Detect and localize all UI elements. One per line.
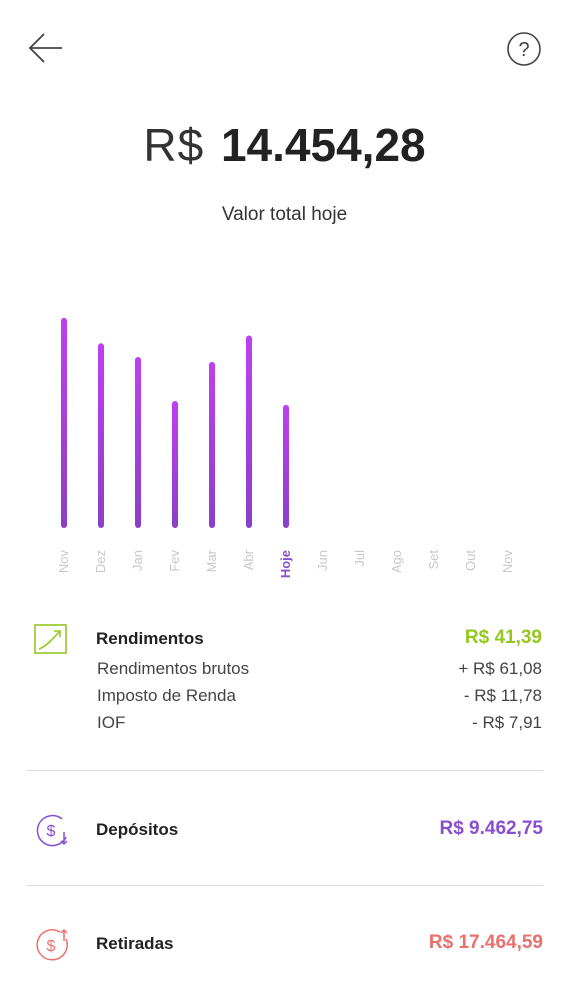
- depositos-row[interactable]: $ Depósitos R$ 9.462,75: [27, 805, 543, 855]
- dollar-deposit-icon: $: [35, 813, 71, 849]
- month-label[interactable]: Dez: [93, 550, 108, 573]
- imposto-renda-label: Imposto de Renda: [97, 686, 236, 705]
- currency-symbol: R$: [143, 119, 205, 171]
- retiradas-amount: R$ 17.464,59: [428, 932, 543, 953]
- rendimentos-title: Rendimentos: [96, 629, 204, 648]
- rendimentos-brutos-value: + R$ 61,08: [458, 659, 542, 678]
- chart-bar: [135, 356, 141, 528]
- svg-text:$: $: [47, 823, 56, 840]
- depositos-amount: R$ 9.462,75: [439, 818, 543, 839]
- divider: [27, 885, 543, 886]
- svg-text:?: ?: [518, 39, 529, 61]
- chart-bar: [246, 335, 252, 528]
- month-label[interactable]: Nov: [56, 550, 71, 574]
- chart-bar: [172, 400, 178, 528]
- month-label[interactable]: Jan: [130, 550, 145, 571]
- total-label: Valor total hoje: [221, 204, 348, 225]
- dollar-withdraw-icon: $: [35, 927, 71, 963]
- svg-text:$: $: [47, 938, 56, 955]
- month-label[interactable]: Ago: [389, 550, 404, 573]
- question-circle-icon: ?: [507, 32, 541, 66]
- help-button[interactable]: ?: [505, 30, 543, 68]
- depositos-title: Depósitos: [96, 820, 179, 839]
- chart-bar: [283, 404, 289, 528]
- rendimentos-amount: R$ 41,39: [464, 627, 542, 648]
- month-label[interactable]: Jun: [315, 550, 330, 571]
- chart-bar: [209, 361, 215, 528]
- month-label[interactable]: Nov: [500, 550, 515, 574]
- back-button[interactable]: [26, 28, 66, 68]
- chart-bar: [98, 343, 104, 528]
- month-label[interactable]: Set: [426, 550, 441, 570]
- month-label[interactable]: Abr: [241, 549, 256, 570]
- month-label[interactable]: Mar: [204, 549, 219, 572]
- retiradas-row[interactable]: $ Retiradas R$ 17.464,59: [27, 919, 543, 969]
- chart-bar: [61, 317, 67, 528]
- total-value: R$ 14.454,28: [0, 118, 569, 172]
- trend-up-icon: [33, 621, 69, 657]
- month-label[interactable]: Fev: [167, 550, 182, 572]
- imposto-renda-value: - R$ 11,78: [463, 686, 542, 705]
- month-label[interactable]: Out: [463, 550, 478, 571]
- iof-label: IOF: [97, 713, 126, 732]
- retiradas-title: Retiradas: [96, 934, 174, 953]
- rendimentos-brutos-label: Rendimentos brutos: [97, 659, 250, 678]
- arrow-left-icon: [28, 33, 62, 63]
- divider: [27, 770, 543, 771]
- monthly-chart: Nov Dez Jan Fev Mar Abr Hoje Jun Jul Ago Set Out Nov: [56, 317, 515, 578]
- total-amount: 14.454,28: [220, 119, 426, 171]
- month-label[interactable]: Jul: [352, 550, 367, 567]
- month-label[interactable]: Hoje: [278, 550, 293, 578]
- iof-value: - R$ 7,91: [472, 713, 542, 732]
